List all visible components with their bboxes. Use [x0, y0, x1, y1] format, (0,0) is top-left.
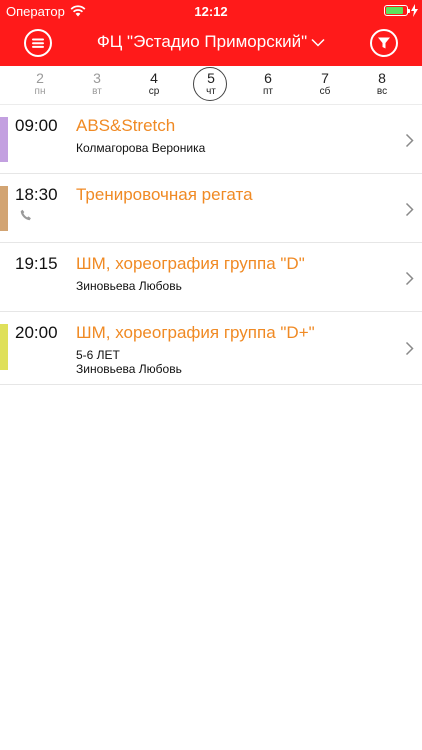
day-item[interactable]: 3 вт — [79, 69, 115, 103]
class-title: Тренировочная регата — [76, 185, 253, 204]
class-time: 19:15 — [15, 254, 58, 273]
class-title: ШМ, хореография группа "D" — [76, 254, 305, 273]
clock: 12:12 — [194, 4, 228, 19]
charging-icon — [411, 4, 418, 17]
chevron-right-icon — [405, 202, 414, 217]
class-trainer: Зиновьева Любовь — [76, 279, 182, 293]
menu-icon — [32, 38, 44, 48]
day-item-selected[interactable]: 5 чт — [193, 67, 229, 103]
chevron-right-icon — [405, 133, 414, 148]
class-row[interactable]: 20:00 ШМ, хореография группа "D+" 5-6 ЛЕ… — [0, 312, 422, 385]
day-item[interactable]: 2 пн — [22, 69, 58, 103]
class-trainer: Зиновьева Любовь — [76, 362, 182, 376]
selected-day-ring — [193, 67, 227, 101]
day-weekday: ср — [148, 86, 160, 97]
status-bar: Оператор 12:12 — [0, 0, 422, 22]
class-row[interactable]: 18:30 Тренировочная регата — [0, 174, 422, 243]
day-item[interactable]: 4 ср — [136, 69, 172, 103]
day-item[interactable]: 7 сб — [307, 69, 343, 103]
battery-icon — [384, 5, 410, 16]
menu-button[interactable] — [24, 29, 52, 57]
class-row[interactable]: 19:15 ШМ, хореография группа "D" Зиновье… — [0, 243, 422, 312]
class-time: 20:00 — [15, 323, 58, 342]
club-title: ФЦ "Эстадио Приморский" — [96, 32, 308, 51]
club-selector[interactable]: ФЦ "Эстадио Приморский" — [60, 32, 362, 52]
class-time: 18:30 — [15, 185, 58, 204]
day-number: 2 — [36, 70, 44, 86]
filter-icon — [378, 37, 390, 49]
phone-icon — [20, 209, 31, 221]
class-title: ШМ, хореография группа "D+" — [76, 323, 315, 342]
day-number: 6 — [264, 70, 272, 86]
class-age: 5-6 ЛЕТ — [76, 348, 120, 362]
chevron-right-icon — [405, 341, 414, 356]
chevron-down-icon — [311, 38, 325, 47]
day-weekday: сб — [319, 86, 331, 97]
class-color-bar — [0, 324, 8, 370]
day-weekday: пн — [34, 86, 46, 97]
day-number: 3 — [93, 70, 101, 86]
class-list: 09:00 ABS&Stretch Колмагорова Вероника 1… — [0, 105, 422, 385]
class-row[interactable]: 09:00 ABS&Stretch Колмагорова Вероника — [0, 105, 422, 174]
day-selector: 2 пн 3 вт 4 ср 5 чт 6 пт 7 сб 8 вс — [0, 66, 422, 105]
class-time: 09:00 — [15, 116, 58, 135]
day-item[interactable]: 8 вс — [364, 69, 400, 103]
day-number: 4 — [150, 70, 158, 86]
day-item[interactable]: 6 пт — [250, 69, 286, 103]
day-number: 7 — [321, 70, 329, 86]
battery-level — [386, 7, 403, 14]
filter-button[interactable] — [370, 29, 398, 57]
day-number: 8 — [378, 70, 386, 86]
class-color-bar — [0, 186, 8, 231]
class-trainer: Колмагорова Вероника — [76, 141, 206, 155]
day-weekday: вс — [376, 86, 388, 97]
class-color-bar — [0, 117, 8, 162]
chevron-right-icon — [405, 271, 414, 286]
day-weekday: пт — [263, 86, 273, 97]
class-title: ABS&Stretch — [76, 116, 176, 135]
day-weekday: вт — [92, 86, 102, 97]
